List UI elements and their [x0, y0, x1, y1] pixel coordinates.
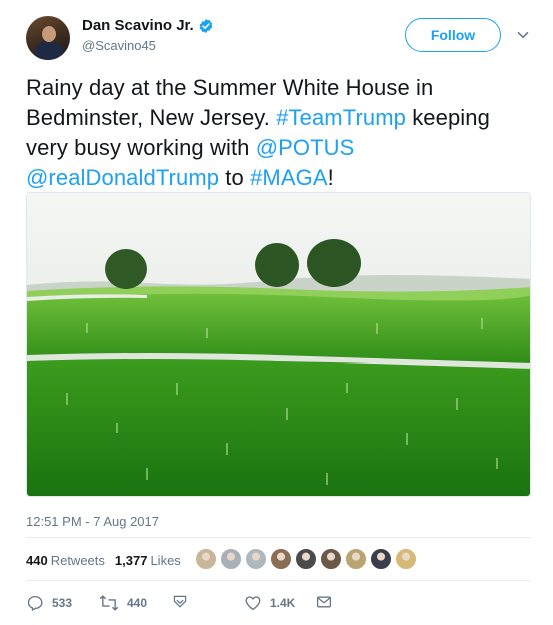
tweet-link[interactable]: #MAGA: [250, 165, 328, 190]
direct-message-icon: [173, 595, 187, 608]
tweet-text-segment: !: [327, 165, 334, 190]
reply-count: 533: [52, 596, 73, 610]
tweet-text-segment: to: [219, 165, 251, 190]
tweet-link[interactable]: #TeamTrump: [276, 105, 406, 130]
author-avatar[interactable]: [26, 16, 70, 60]
follow-button[interactable]: Follow: [405, 18, 501, 52]
author-name-row: Dan Scavino Jr.: [82, 17, 214, 34]
retweets-count: 440: [26, 552, 48, 568]
share-button[interactable]: [316, 594, 340, 610]
tweet-actions: 533 440 1.4K: [26, 594, 346, 614]
chevron-down-icon[interactable]: [516, 28, 530, 42]
tree-right: [307, 239, 361, 287]
liker-avatar[interactable]: [395, 548, 417, 570]
tweet-text: Rainy day at the Summer White House in B…: [26, 73, 531, 193]
verified-badge-icon: [199, 18, 213, 33]
retweets-label: Retweets: [50, 552, 105, 568]
landscape-photo-icon: [27, 193, 530, 496]
likes-label: Likes: [150, 552, 181, 568]
tweet-timestamp[interactable]: 12:51 PM - 7 Aug 2017: [26, 514, 159, 529]
avatar-face: [42, 26, 56, 42]
retweet-icon: [99, 595, 119, 611]
liker-avatar[interactable]: [220, 548, 242, 570]
author-display-name[interactable]: Dan Scavino Jr.: [82, 17, 194, 34]
like-count: 1.4K: [270, 596, 296, 610]
envelope-icon: [316, 596, 332, 608]
reply-button[interactable]: 533: [26, 594, 72, 612]
liker-avatar[interactable]: [345, 548, 367, 570]
likes-stat[interactable]: 1,377 Likes: [115, 553, 181, 568]
reply-icon: [27, 595, 43, 611]
liker-avatar[interactable]: [245, 548, 267, 570]
heart-icon: [245, 596, 261, 611]
retweets-stat[interactable]: 440 Retweets: [26, 553, 105, 568]
direct-message-button[interactable]: [172, 594, 196, 610]
tweet-header: Dan Scavino Jr. @Scavino45 Follow: [26, 14, 536, 62]
liker-avatar[interactable]: [270, 548, 292, 570]
likers-avatars: [195, 548, 417, 570]
retweet-button[interactable]: 440: [99, 594, 147, 612]
avatar-suit: [35, 42, 63, 60]
liker-avatar[interactable]: [295, 548, 317, 570]
liker-avatar[interactable]: [370, 548, 392, 570]
tweet-link[interactable]: @POTUS: [256, 135, 355, 160]
tree-left: [105, 249, 147, 289]
divider: [26, 537, 531, 538]
liker-avatar[interactable]: [320, 548, 342, 570]
liker-avatar[interactable]: [195, 548, 217, 570]
retweet-count: 440: [127, 596, 148, 610]
tweet-link[interactable]: @realDonaldTrump: [26, 165, 219, 190]
divider: [26, 580, 531, 581]
tweet-photo[interactable]: [26, 192, 531, 497]
tree-middle: [255, 243, 299, 287]
engagement-stats: 440 Retweets 1,377 Likes: [26, 549, 181, 571]
like-button[interactable]: 1.4K: [244, 594, 295, 612]
author-handle[interactable]: @Scavino45: [82, 38, 156, 53]
likes-count: 1,377: [114, 552, 148, 568]
